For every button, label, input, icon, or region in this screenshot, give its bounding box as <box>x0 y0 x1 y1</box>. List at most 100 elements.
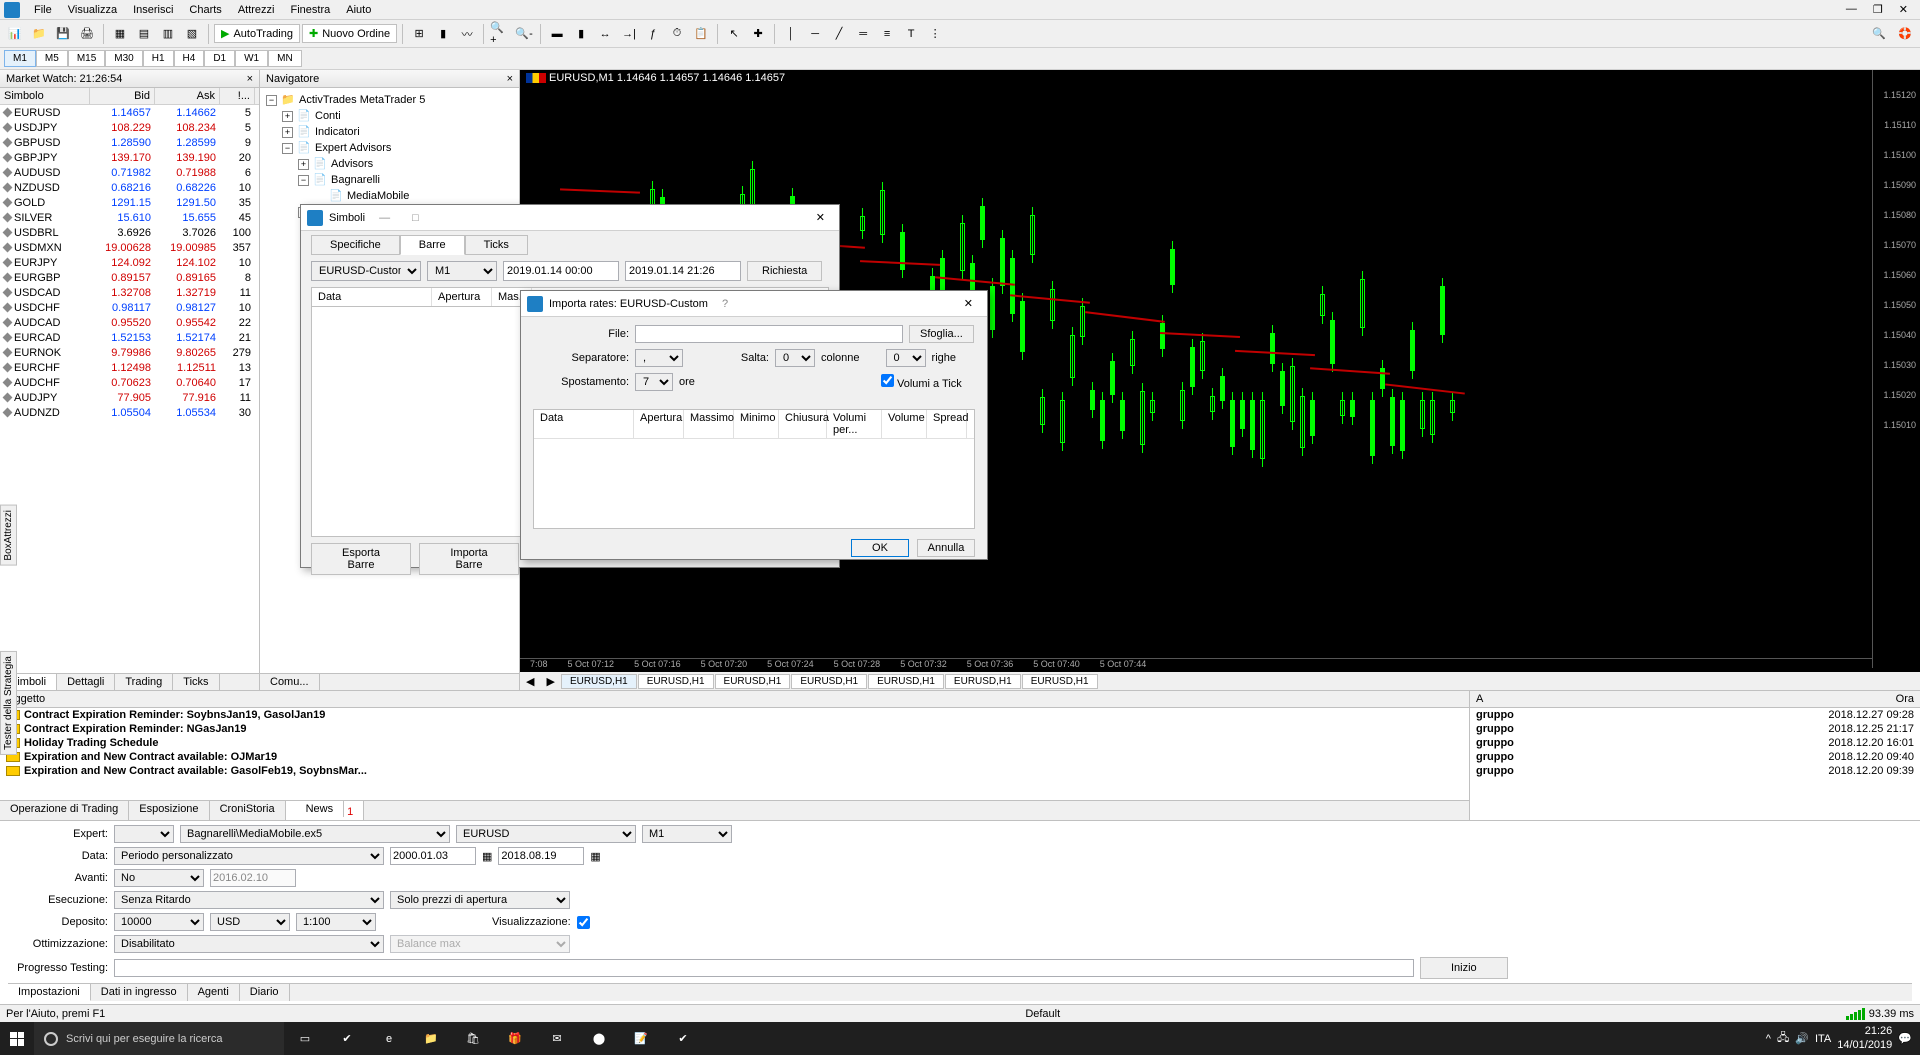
market-watch-row[interactable]: EURUSD1.146571.146625 <box>0 105 259 120</box>
tester-icon[interactable]: ▧ <box>181 23 203 45</box>
richiesta-button[interactable]: Richiesta <box>747 261 822 281</box>
mw-header-simbolo[interactable]: Simbolo <box>0 88 90 104</box>
mt5-icon[interactable]: ✔ <box>662 1022 704 1055</box>
tf-h1[interactable]: H1 <box>143 50 174 67</box>
gruppo-row[interactable]: gruppo2018.12.25 21:17 <box>1470 722 1920 736</box>
deposito-select[interactable]: 10000 <box>114 913 204 931</box>
zoom-in-icon[interactable]: 🔍+ <box>489 23 511 45</box>
menu-visualizza[interactable]: Visualizza <box>60 2 125 18</box>
market-watch-row[interactable]: AUDJPY77.90577.91611 <box>0 390 259 405</box>
line-icon[interactable]: 〰 <box>456 23 478 45</box>
tab-barre[interactable]: Barre <box>400 235 465 255</box>
tray-lang[interactable]: ITA <box>1815 1033 1831 1045</box>
market-watch-row[interactable]: GBPUSD1.285901.285999 <box>0 135 259 150</box>
righe-select[interactable]: 0 <box>886 349 926 367</box>
col-a[interactable]: A <box>1476 693 1804 705</box>
esecuzione-select[interactable]: Senza Ritardo <box>114 891 384 909</box>
menu-file[interactable]: File <box>26 2 60 18</box>
tab-impostazioni[interactable]: Impostazioni <box>8 984 91 1001</box>
help-icon[interactable]: ? <box>714 298 736 310</box>
store-icon[interactable]: 🛍 <box>452 1022 494 1055</box>
market-watch-row[interactable]: USDCHF0.981170.9812710 <box>0 300 259 315</box>
nav-toggle-icon[interactable]: ▤ <box>133 23 155 45</box>
tile-v-icon[interactable]: ▮ <box>570 23 592 45</box>
market-watch-row[interactable]: EURGBP0.891570.891658 <box>0 270 259 285</box>
market-watch-row[interactable]: EURJPY124.092124.10210 <box>0 255 259 270</box>
maximize-icon[interactable]: □ <box>404 212 427 224</box>
market-watch-row[interactable]: EURNOK9.799869.80265279 <box>0 345 259 360</box>
chart-tab[interactable]: EURUSD,H1 <box>945 674 1021 689</box>
col-data[interactable]: Data <box>534 410 634 438</box>
inizio-button[interactable]: Inizio <box>1420 957 1508 979</box>
tab-comune[interactable]: Comu... <box>260 674 320 690</box>
sep-select[interactable]: , <box>635 349 683 367</box>
mail-icon[interactable]: ✉ <box>536 1022 578 1055</box>
menu-inserisci[interactable]: Inserisci <box>125 2 181 18</box>
symbol-select[interactable]: EURUSD-Custom <box>311 261 421 281</box>
gruppo-row[interactable]: gruppo2018.12.20 09:39 <box>1470 764 1920 778</box>
gruppo-row[interactable]: gruppo2018.12.20 16:01 <box>1470 736 1920 750</box>
news-row[interactable]: Expiration and New Contract available: O… <box>0 750 1469 764</box>
esporta-button[interactable]: Esporta Barre <box>311 543 411 575</box>
search-icon[interactable]: 🔍 <box>1868 23 1890 45</box>
zoom-out-icon[interactable]: 🔍- <box>513 23 535 45</box>
close-icon[interactable]: × <box>247 73 253 85</box>
col-minimo[interactable]: Minimo <box>734 410 779 438</box>
cursor-icon[interactable]: ↖ <box>723 23 745 45</box>
terminal-icon[interactable]: ▥ <box>157 23 179 45</box>
tab-esposizione[interactable]: Esposizione <box>129 801 209 820</box>
tab-news[interactable]: News 1 <box>286 801 365 820</box>
tab-prev[interactable]: ◀ <box>520 675 540 688</box>
close-icon[interactable]: ✕ <box>1891 3 1916 16</box>
tf-m1[interactable]: M1 <box>4 50 36 67</box>
tab-trading[interactable]: Operazione di Trading <box>0 801 129 820</box>
market-watch-row[interactable]: USDJPY108.229108.2345 <box>0 120 259 135</box>
expert-type[interactable] <box>114 825 174 843</box>
tab-ticks[interactable]: Ticks <box>173 674 219 690</box>
nav-node[interactable]: −📄Bagnarelli <box>266 172 513 188</box>
nav-node[interactable]: 📄MediaMobile <box>266 188 513 204</box>
col-data[interactable]: Data <box>312 288 432 306</box>
shift-icon[interactable]: →| <box>618 23 640 45</box>
tf-d1[interactable]: D1 <box>204 50 235 67</box>
nav-node[interactable]: +📄Indicatori <box>266 124 513 140</box>
calendar-icon[interactable]: ▦ <box>482 850 492 863</box>
tab-diario[interactable]: Diario <box>240 984 290 1001</box>
tab-ticks[interactable]: Ticks <box>465 235 528 255</box>
gruppo-row[interactable]: gruppo2018.12.27 09:28 <box>1470 708 1920 722</box>
avanti-select[interactable]: No <box>114 869 204 887</box>
menu-attrezzi[interactable]: Attrezzi <box>230 2 283 18</box>
ottim-select[interactable]: Disabilitato <box>114 935 384 953</box>
col-massimo[interactable]: Massimo <box>684 410 734 438</box>
close-icon[interactable]: × <box>507 73 513 85</box>
tab-specifiche[interactable]: Specifiche <box>311 235 400 255</box>
market-watch-row[interactable]: EURCAD1.521531.5217421 <box>0 330 259 345</box>
sfoglia-button[interactable]: Sfoglia... <box>909 325 974 343</box>
chart-tab[interactable]: EURUSD,H1 <box>868 674 944 689</box>
mw-header-bid[interactable]: Bid <box>90 88 155 104</box>
new-order-button[interactable]: ✚Nuovo Ordine <box>302 24 397 43</box>
file-input[interactable] <box>635 325 903 343</box>
importa-grid[interactable]: Data Apertura Massimo Minimo Chiusura Vo… <box>533 409 975 529</box>
col-spread[interactable]: Spread <box>927 410 967 438</box>
gruppo-row[interactable]: gruppo2018.12.20 09:40 <box>1470 750 1920 764</box>
market-watch-row[interactable]: AUDCHF0.706230.7064017 <box>0 375 259 390</box>
tester-timeframe[interactable]: M1 <box>642 825 732 843</box>
col-apertura[interactable]: Apertura <box>432 288 492 306</box>
chart-tab[interactable]: EURUSD,H1 <box>561 674 637 689</box>
market-watch-row[interactable]: AUDNZD1.055041.0553430 <box>0 405 259 420</box>
channel-icon[interactable]: ═ <box>852 23 874 45</box>
news-row[interactable]: Holiday Trading Schedule <box>0 736 1469 750</box>
nav-node[interactable]: +📄Advisors <box>266 156 513 172</box>
mw-toggle-icon[interactable]: ▦ <box>109 23 131 45</box>
close-icon[interactable]: ✕ <box>956 297 981 310</box>
ok-button[interactable]: OK <box>851 539 909 557</box>
help-icon[interactable]: 🛟 <box>1894 23 1916 45</box>
leverage-select[interactable]: 1:100 <box>296 913 376 931</box>
tf-w1[interactable]: W1 <box>235 50 268 67</box>
market-watch-row[interactable]: USDMXN19.0062819.00985357 <box>0 240 259 255</box>
tester-symbol[interactable]: EURUSD <box>456 825 636 843</box>
template-icon[interactable]: 📋 <box>690 23 712 45</box>
save-icon[interactable]: 💾 <box>52 23 74 45</box>
chart-tab[interactable]: EURUSD,H1 <box>638 674 714 689</box>
